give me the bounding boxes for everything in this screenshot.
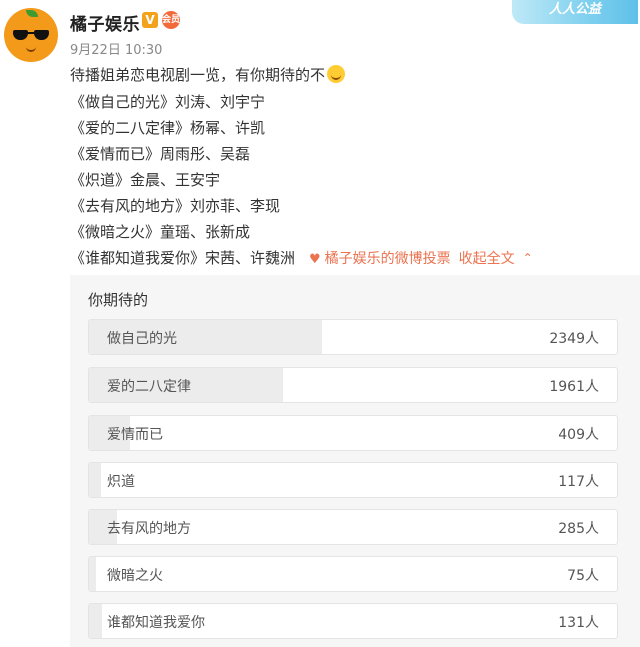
poll-option[interactable]: 微暗之火 75人 — [88, 556, 618, 592]
sunglasses-icon — [13, 30, 49, 40]
post-line: 《去有风的地方》刘亦菲、李现 — [70, 197, 281, 215]
poll-option-label: 做自己的光 — [107, 331, 177, 347]
account-name[interactable]: 橘子娱乐 — [70, 10, 140, 35]
collapse-link[interactable]: 收起全文 — [459, 251, 515, 267]
poll-option-label: 谁都知道我爱你 — [107, 615, 205, 631]
vote-icon: ♥ — [309, 252, 321, 267]
post-intro-line: 待播姐弟恋电视剧一览，有你期待的不 — [70, 64, 346, 85]
poll-option-label: 微暗之火 — [107, 568, 163, 584]
poll-option[interactable]: 爱情而已 409人 — [88, 415, 618, 451]
vote-link[interactable]: ♥ 橘子娱乐的微博投票 — [309, 251, 451, 267]
poll-option[interactable]: 去有风的地方 285人 — [88, 509, 618, 545]
post-last-line: 《谁都知道我爱你》宋茜、许魏洲 ♥ 橘子娱乐的微博投票 收起全文 ⌃ — [70, 247, 533, 268]
post-line: 《谁都知道我爱你》宋茜、许魏洲 — [70, 249, 296, 267]
poll-option-bar — [89, 557, 97, 591]
poll-option-label: 去有风的地方 — [107, 521, 191, 537]
post-line: 《做自己的光》刘涛、刘宇宁 — [70, 93, 266, 111]
poll-option-label: 炽道 — [107, 474, 135, 490]
post-intro: 待播姐弟恋电视剧一览，有你期待的不 — [70, 66, 326, 84]
chevron-up-icon[interactable]: ⌃ — [523, 251, 533, 265]
poll-option-label: 爱的二八定律 — [107, 379, 191, 395]
post-timestamp[interactable]: 9月22日 10:30 — [70, 39, 162, 58]
poll-title: 你期待的 — [88, 291, 149, 309]
poll-option-count: 75人 — [567, 568, 599, 584]
smile-icon — [26, 46, 36, 52]
post-line: 《爱情而已》周雨彤、吴磊 — [70, 145, 251, 163]
weibo-post: 橘子娱乐 V 会员 9月22日 10:30 人人公益 待播姐弟恋电视剧一览，有你… — [0, 0, 640, 647]
post-line: 《爱的二八定律》杨幂、许凯 — [70, 119, 266, 137]
poll-option-count: 117人 — [558, 474, 599, 490]
verified-badge-icon: V — [142, 12, 158, 28]
member-badge-icon: 会员 — [162, 11, 180, 29]
poll-option[interactable]: 爱的二八定律 1961人 — [88, 367, 618, 403]
poll-option[interactable]: 做自己的光 2349人 — [88, 319, 618, 355]
poll-card: 你期待的 做自己的光 2349人 爱的二八定律 1961人 爱情而已 409人 … — [70, 275, 640, 647]
post-line: 《炽道》金晨、王安宇 — [70, 171, 221, 189]
poll-option-label: 爱情而已 — [107, 427, 163, 443]
charity-badge[interactable]: 人人公益 — [512, 0, 638, 24]
poll-option-count: 1961人 — [549, 379, 599, 395]
avatar[interactable] — [4, 8, 58, 62]
poll-option-count: 285人 — [558, 521, 599, 537]
orange-leaf-icon — [26, 10, 38, 17]
vote-link-label: 橘子娱乐的微博投票 — [324, 251, 451, 267]
poll-option-bar — [89, 463, 101, 497]
poll-option-bar — [89, 604, 102, 638]
post-line: 《微暗之火》童瑶、张新成 — [70, 223, 251, 241]
happy-face-emoji-icon — [327, 65, 346, 83]
poll-option-count: 409人 — [558, 427, 599, 443]
poll-option-count: 2349人 — [549, 331, 599, 347]
poll-option-count: 131人 — [558, 615, 599, 631]
poll-option[interactable]: 炽道 117人 — [88, 462, 618, 498]
poll-option[interactable]: 谁都知道我爱你 131人 — [88, 603, 618, 639]
